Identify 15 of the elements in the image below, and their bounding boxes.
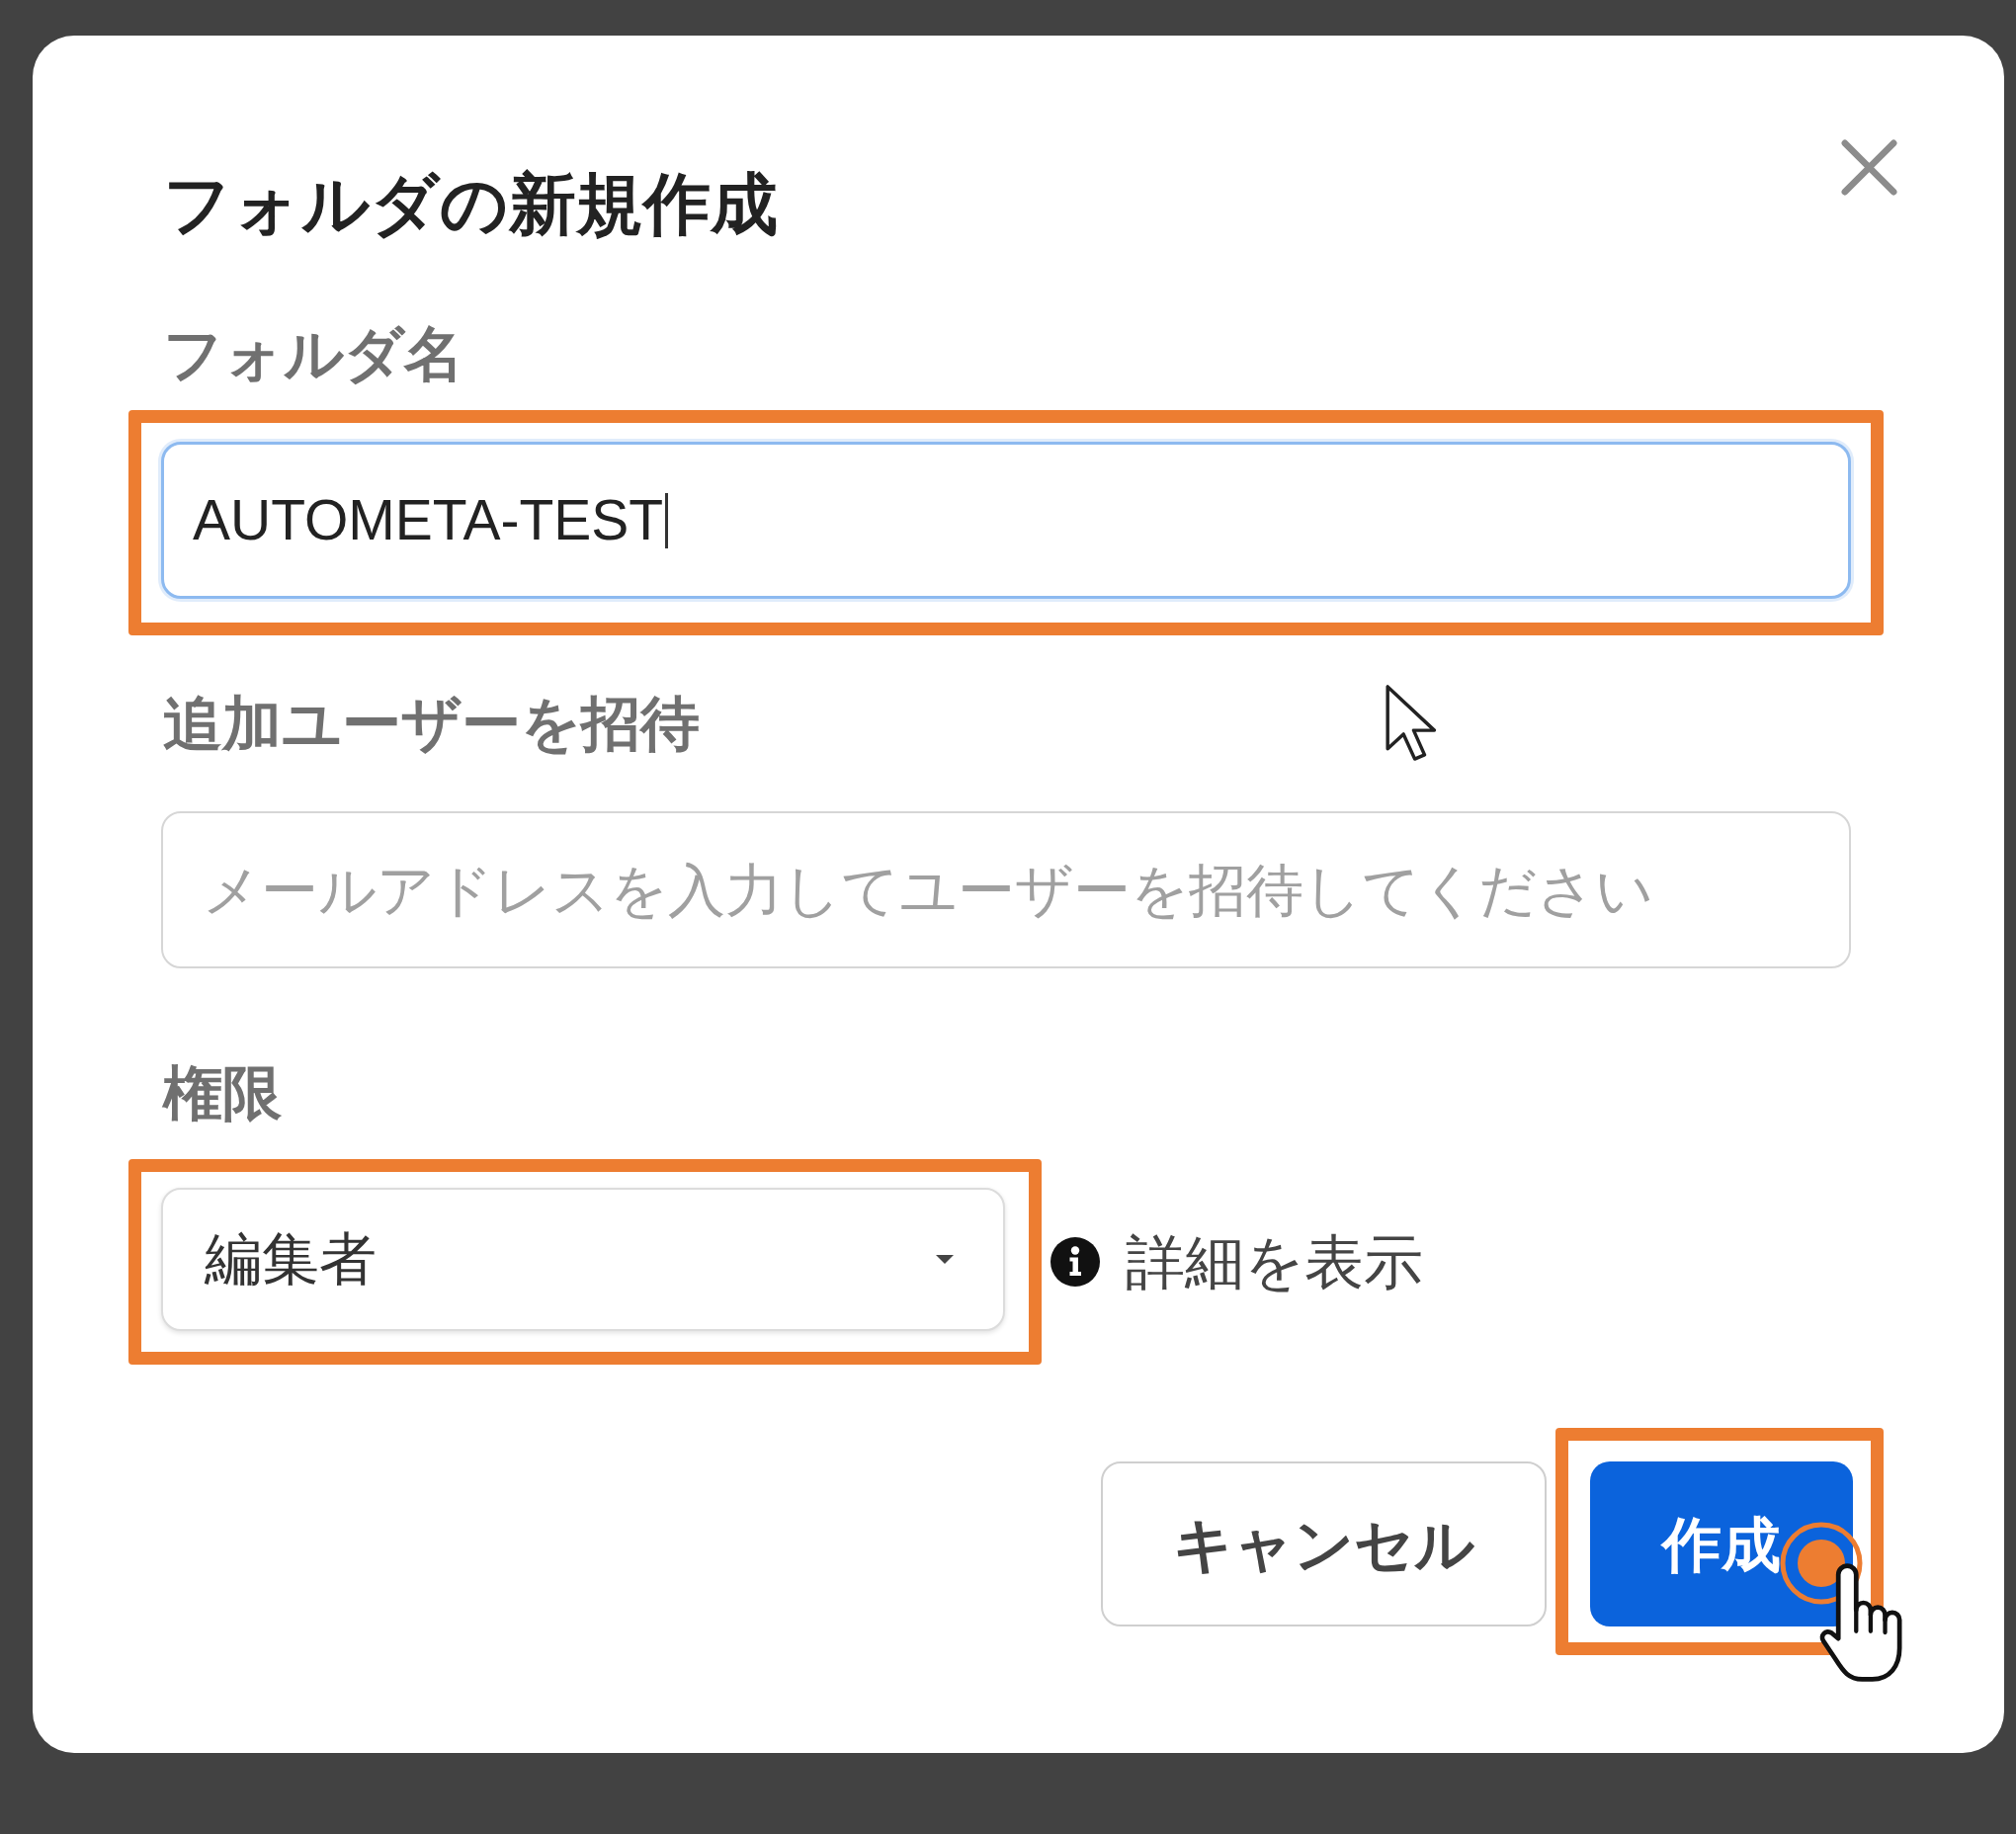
caret-icon: [936, 1255, 954, 1264]
dropdown[interactable]: 編集者: [161, 1188, 1005, 1331]
details-link[interactable]: 詳細を表示: [1126, 1232, 1423, 1292]
text-input[interactable]: メールアドレスを入力してユーザーを招待してください: [161, 811, 1851, 968]
dialog-title: フォルダの新規作成: [163, 164, 778, 245]
create-button[interactable]: 作成: [1590, 1461, 1853, 1626]
info-icon: [1050, 1237, 1100, 1287]
text-input[interactable]: AUTOMETA-TEST: [161, 442, 1851, 599]
field-label: 追加ユーザーを招待: [163, 688, 700, 760]
cancel-button[interactable]: キャンセル: [1101, 1461, 1547, 1626]
close-icon[interactable]: [1841, 139, 1897, 196]
arrow-cursor-icon: [1385, 685, 1438, 761]
text-cursor-icon: [665, 492, 669, 548]
field-label: フォルダ名: [163, 318, 463, 390]
field-label: 権限: [163, 1057, 282, 1129]
